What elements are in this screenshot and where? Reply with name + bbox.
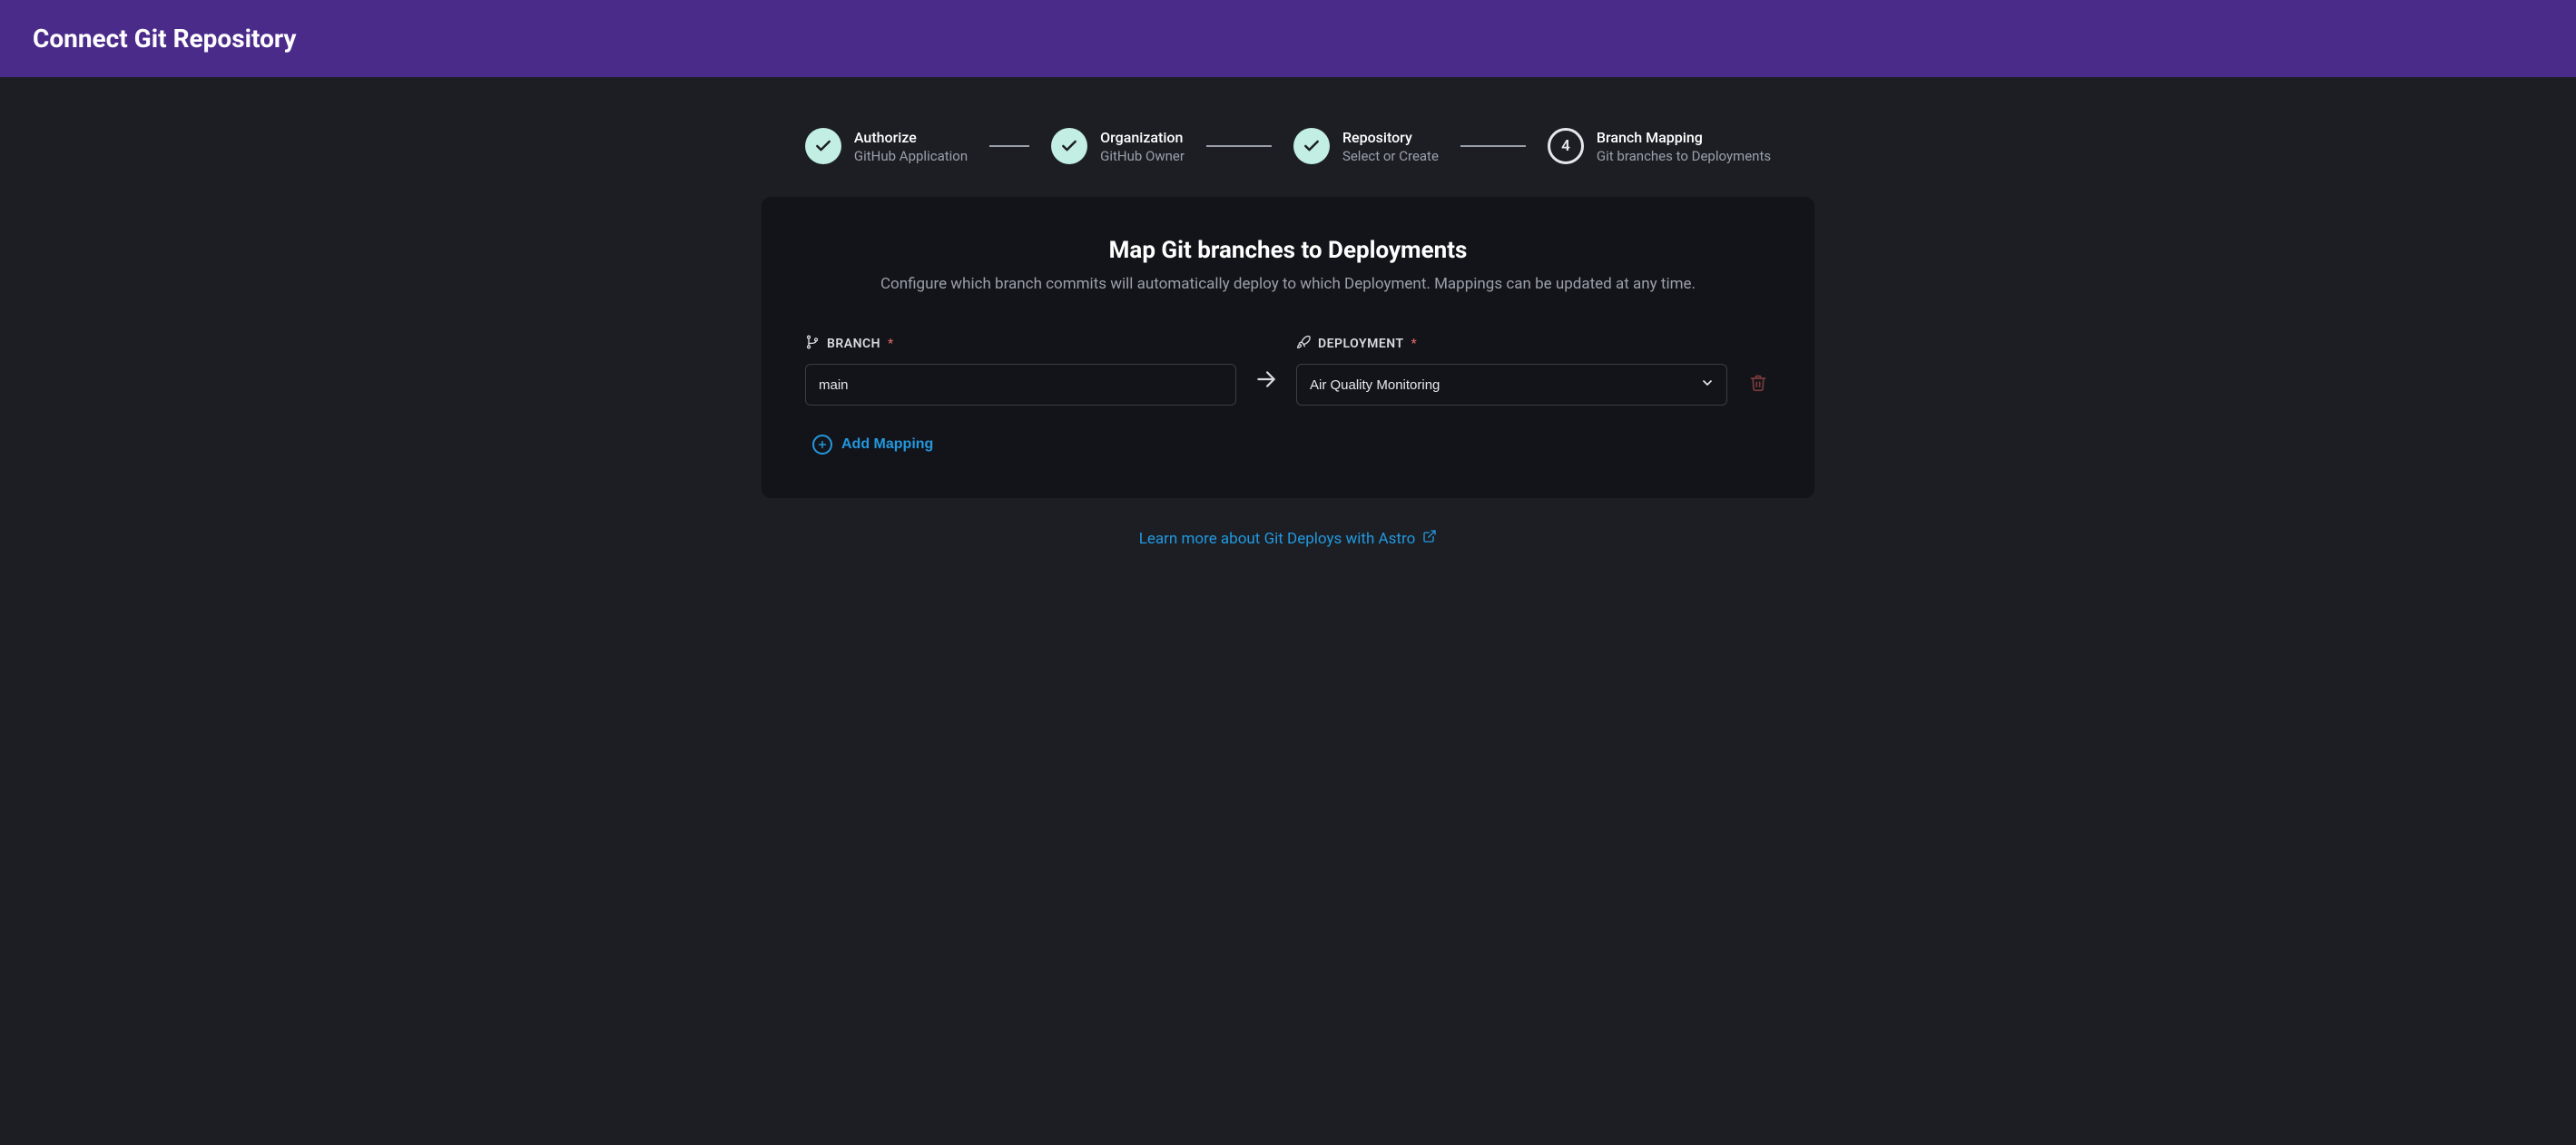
card-subtitle: Configure which branch commits will auto… — [805, 275, 1771, 293]
deployment-field: DEPLOYMENT * Air Quality Monitoring — [1296, 335, 1727, 406]
mapping-row: BRANCH * DEPLOYMENT * Air Quality Monito… — [805, 335, 1771, 406]
step-connector — [1206, 145, 1272, 147]
arrow-right-icon — [1254, 367, 1278, 406]
stepper: Authorize GitHub Application Organizatio… — [0, 77, 2576, 197]
trash-icon — [1749, 381, 1767, 395]
learn-more-link[interactable]: Learn more about Git Deploys with Astro — [1139, 529, 1438, 548]
add-mapping-label: Add Mapping — [841, 436, 933, 453]
branch-field: BRANCH * — [805, 335, 1236, 406]
external-link-icon — [1422, 529, 1437, 548]
step-subtitle: Select or Create — [1342, 148, 1439, 164]
rocket-icon — [1296, 335, 1311, 353]
deployment-label: DEPLOYMENT — [1318, 337, 1404, 351]
branch-label: BRANCH — [827, 337, 880, 351]
step-connector — [1460, 145, 1526, 147]
step-subtitle: Git branches to Deployments — [1597, 148, 1771, 164]
header-bar: Connect Git Repository — [0, 0, 2576, 77]
required-indicator: * — [888, 337, 893, 351]
required-indicator: * — [1411, 337, 1417, 351]
card-title: Map Git branches to Deployments — [805, 237, 1771, 264]
deployment-select[interactable]: Air Quality Monitoring — [1296, 364, 1727, 406]
step-organization: Organization GitHub Owner — [1051, 128, 1185, 164]
step-repository: Repository Select or Create — [1293, 128, 1439, 164]
step-title: Branch Mapping — [1597, 129, 1771, 146]
plus-circle-icon — [812, 435, 832, 455]
check-icon — [1293, 128, 1330, 164]
step-title: Authorize — [854, 129, 968, 146]
step-subtitle: GitHub Owner — [1100, 148, 1185, 164]
step-title: Repository — [1342, 129, 1439, 146]
step-branch-mapping: 4 Branch Mapping Git branches to Deploym… — [1548, 128, 1771, 164]
check-icon — [805, 128, 841, 164]
step-authorize: Authorize GitHub Application — [805, 128, 968, 164]
check-icon — [1051, 128, 1087, 164]
learn-more-text: Learn more about Git Deploys with Astro — [1139, 530, 1416, 548]
mapping-card: Map Git branches to Deployments Configur… — [762, 197, 1814, 498]
add-mapping-button[interactable]: Add Mapping — [805, 431, 940, 458]
step-number-icon: 4 — [1548, 128, 1584, 164]
step-subtitle: GitHub Application — [854, 148, 968, 164]
branch-icon — [805, 335, 820, 353]
delete-mapping-button[interactable] — [1745, 370, 1771, 398]
branch-input[interactable] — [805, 364, 1236, 406]
step-connector — [989, 145, 1029, 147]
step-title: Organization — [1100, 129, 1185, 146]
page-title: Connect Git Repository — [33, 24, 2543, 54]
footer: Learn more about Git Deploys with Astro — [0, 498, 2576, 566]
